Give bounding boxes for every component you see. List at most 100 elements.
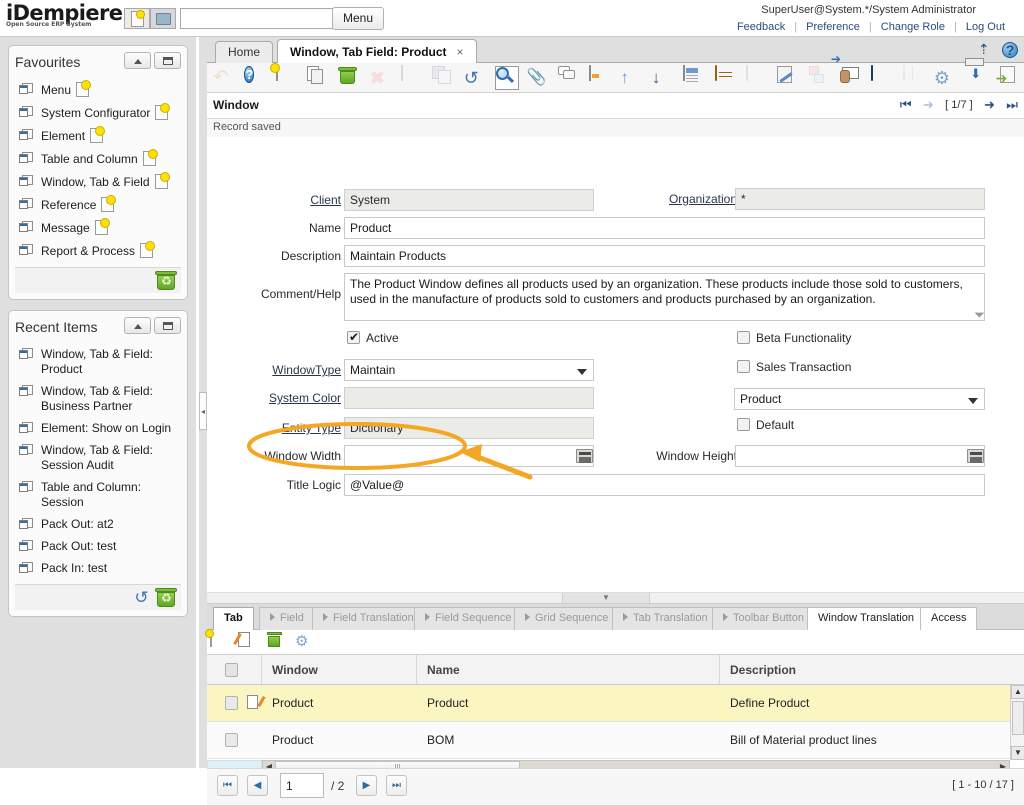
tab-window-translation[interactable]: Window Translation [807,607,925,630]
import-icon[interactable]: ⬇ [965,66,989,90]
default-checkbox[interactable] [737,418,750,431]
table-row[interactable]: Product BOM Bill of Material product lin… [207,722,1024,759]
tab-field-sequence[interactable]: Field Sequence [414,607,522,630]
help-icon[interactable]: ? [1002,42,1018,58]
active-checkbox-row[interactable]: Active [347,331,399,345]
organization-label[interactable]: Organization [607,188,737,210]
maximize-button[interactable] [154,52,181,69]
recent-item[interactable]: Table and Column: Session [17,477,181,514]
entity-type-field[interactable]: Dictionary [344,417,594,439]
image-dropdown[interactable]: Product [734,388,985,410]
recent-item[interactable]: Window, Tab & Field: Session Audit [17,440,181,477]
active-checkbox[interactable] [347,331,360,344]
attachment-icon[interactable]: 📎 [526,66,550,90]
entity-type-label[interactable]: Entity Type [221,417,341,439]
help-icon[interactable]: ? [244,66,268,90]
recent-item[interactable]: Pack Out: test [17,536,181,558]
menu-button[interactable]: Menu [332,7,384,30]
new-record-icon[interactable] [276,66,300,90]
favourite-item[interactable]: Reference [17,194,181,217]
grid-delete-record-icon[interactable] [267,632,287,652]
collapse-all-icon[interactable]: ⇡ [978,41,990,58]
window-width-calculator-icon[interactable] [576,449,593,463]
recent-item[interactable]: Element: Show on Login [17,418,181,440]
chat-icon[interactable] [558,66,582,90]
window-height-field[interactable] [735,445,985,467]
last-record-icon[interactable]: ⏭ [1006,97,1018,113]
save-icon[interactable] [401,66,425,90]
grid-vertical-scrollbar[interactable]: ▲ ▼ [1010,685,1024,760]
grid-header-name[interactable]: Name [417,655,720,684]
scroll-thumb[interactable] [1012,701,1024,735]
first-record-icon[interactable]: ⏮ [900,97,912,113]
print-preview-icon[interactable] [777,66,801,90]
copy-record-icon[interactable] [307,66,331,90]
window-width-field[interactable] [344,445,594,467]
archive-icon[interactable] [715,66,739,90]
grid-new-record-icon[interactable] [210,632,230,652]
grid-toggle-icon[interactable] [589,66,613,90]
tab-window-product[interactable]: Window, Tab Field: Product× [277,39,477,64]
tab-grid-sequence[interactable]: Grid Sequence [514,607,619,630]
system-color-label[interactable]: System Color [221,387,341,409]
grid-settings-gear-icon[interactable]: ⚙ [295,632,315,652]
tab-tab-translation[interactable]: Tab Translation [612,607,719,630]
save-and-create-icon[interactable] [432,66,456,90]
new-record-icon[interactable] [95,220,108,235]
product-info-icon[interactable] [871,66,895,90]
organization-field[interactable]: * [735,188,985,210]
recent-item[interactable]: Window, Tab & Field: Business Partner [17,381,181,418]
favourite-item[interactable]: Message [17,217,181,240]
default-checkbox-row[interactable]: Default [737,418,794,432]
client-label[interactable]: Client [221,189,341,211]
row-checkbox[interactable] [225,696,238,710]
last-page-button[interactable]: ⏭ [386,775,407,796]
find-icon[interactable] [495,66,519,90]
refresh-icon[interactable]: ↺ [464,66,488,90]
beta-checkbox-row[interactable]: Beta Functionality [737,331,851,345]
grid-header-window[interactable]: Window [262,655,417,684]
first-page-button[interactable]: ⏮ [217,775,238,796]
name-field[interactable]: Product [344,217,985,239]
customize-columns-icon[interactable] [903,66,927,90]
preference-link[interactable]: Preference [797,21,869,33]
previous-record-icon[interactable]: ➜ [923,97,934,113]
new-record-icon[interactable] [90,128,103,143]
form-grid-splitter[interactable]: ▼ [207,592,1024,604]
tab-access[interactable]: Access [920,607,977,630]
change-role-link[interactable]: Change Role [872,21,954,33]
tab-toolbar-button[interactable]: Toolbar Button [712,607,815,630]
request-icon[interactable]: ➔ [840,66,864,90]
log-out-link[interactable]: Log Out [957,21,1014,33]
new-from-template-icon[interactable] [809,66,833,90]
new-record-icon[interactable] [155,174,168,189]
grid-select-all-header[interactable] [207,655,262,684]
favourite-item[interactable]: System Configurator [17,102,181,125]
parent-record-icon[interactable]: ↑ [620,66,644,90]
scroll-down-icon[interactable]: ▼ [1011,746,1024,760]
process-gear-icon[interactable]: ⚙ [934,66,958,90]
new-record-icon[interactable] [101,197,114,212]
new-window-button[interactable] [124,8,150,29]
next-record-icon[interactable]: ➜ [984,97,995,113]
title-logic-field[interactable]: @Value@ [344,474,985,496]
new-record-icon[interactable] [76,82,89,97]
row-edit-icon[interactable] [247,695,262,710]
favourite-item[interactable]: Menu [17,79,181,102]
client-field[interactable]: System [344,189,594,211]
row-checkbox[interactable] [225,733,238,747]
trash-icon[interactable] [155,586,177,608]
windowtype-dropdown[interactable]: Maintain [344,359,594,381]
sales-transaction-checkbox-row[interactable]: Sales Transaction [737,360,851,374]
resize-handle-icon[interactable]: ◢ [972,305,985,321]
detail-record-icon[interactable]: ↓ [652,66,676,90]
refresh-icon[interactable]: ↺ [132,588,151,607]
undo-icon[interactable]: ↶ [213,66,237,90]
report-icon[interactable] [683,66,707,90]
delete-selection-icon[interactable]: ✖ [370,66,394,90]
windowtype-label[interactable]: WindowType [221,359,341,381]
favourite-item[interactable]: Report & Process [17,240,181,263]
collapse-button[interactable] [124,52,151,69]
feedback-link[interactable]: Feedback [728,21,794,33]
delete-record-icon[interactable] [338,66,362,90]
